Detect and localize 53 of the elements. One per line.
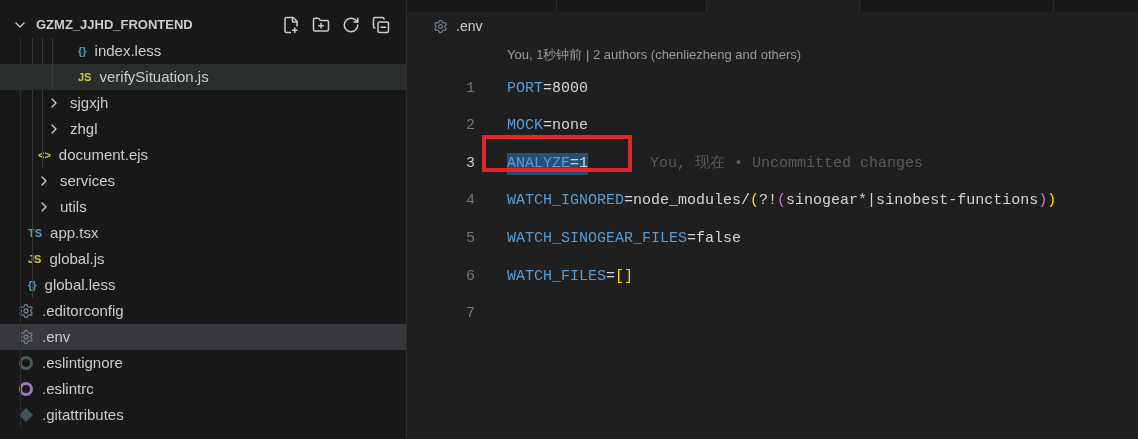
gear-icon	[18, 303, 34, 319]
code-token: WATCH_IGNORED	[507, 191, 625, 212]
code-token: WATCH_SINOGEAR_FILES	[507, 228, 688, 249]
code-token: sinogear*|sinobest-functions	[786, 191, 1039, 212]
code-token: MOCK	[507, 116, 543, 137]
folder-item[interactable]: services	[0, 168, 406, 194]
file-item[interactable]: .eslintignore	[0, 350, 406, 376]
folder-item[interactable]: sjgxjh	[0, 90, 406, 116]
line-number: 3	[465, 153, 475, 174]
file-item[interactable]: JS verifySituation.js	[0, 64, 406, 90]
code-token: WATCH_FILES	[507, 266, 607, 287]
code-token: =false	[687, 228, 742, 249]
ring-icon	[18, 355, 34, 371]
code-token: (	[750, 191, 760, 212]
line-number: 4	[465, 191, 475, 212]
line-number: 6	[465, 266, 475, 287]
ts-file-icon: TS	[28, 224, 43, 242]
diamond-icon	[18, 407, 34, 423]
new-file-icon[interactable]	[282, 16, 300, 34]
line-number: 2	[465, 116, 475, 137]
file-item[interactable]: TS app.tsx	[0, 220, 406, 246]
new-folder-icon[interactable]	[312, 16, 330, 34]
code-token: )	[1047, 191, 1057, 212]
code-token: =node_modules/	[624, 191, 751, 212]
code-token: )	[1038, 191, 1048, 212]
refresh-icon[interactable]	[342, 16, 360, 34]
code-token: =8000	[543, 78, 589, 99]
folder-item[interactable]: zhgl	[0, 116, 406, 142]
braces-icon: {}	[78, 42, 87, 60]
ring-icon	[18, 381, 34, 397]
line-number: 7	[465, 304, 475, 325]
js-file-icon: JS	[78, 68, 92, 86]
file-item[interactable]: .env	[0, 324, 406, 350]
codelens-text[interactable]: You, 1秒钟前 | 2 authors (chenliezheng and others)	[507, 45, 802, 65]
collapse-icon[interactable]	[372, 16, 390, 34]
file-item[interactable]: .eslintrc	[0, 376, 406, 402]
project-title: GZMZ_JJHD_FRONTEND	[36, 16, 193, 35]
code-token: []	[615, 266, 634, 287]
code-token: ?!	[759, 191, 778, 212]
file-item[interactable]: .editorconfig	[0, 298, 406, 324]
gear-icon	[18, 329, 34, 345]
code-token: (	[777, 191, 787, 212]
code-token: =none	[543, 116, 589, 137]
breadcrumb[interactable]: .env	[407, 12, 483, 40]
code-token: =	[606, 266, 616, 287]
code-token: PORT	[507, 78, 543, 99]
folder-item[interactable]: utils	[0, 194, 406, 220]
line-number: 5	[465, 228, 475, 249]
gear-icon	[433, 18, 448, 34]
file-item[interactable]: {} index.less	[0, 38, 406, 64]
file-item[interactable]: .gitattributes	[0, 402, 406, 428]
line-number: 1	[465, 78, 475, 99]
blame-annotation: You, 现在 • Uncommitted changes	[650, 153, 924, 174]
